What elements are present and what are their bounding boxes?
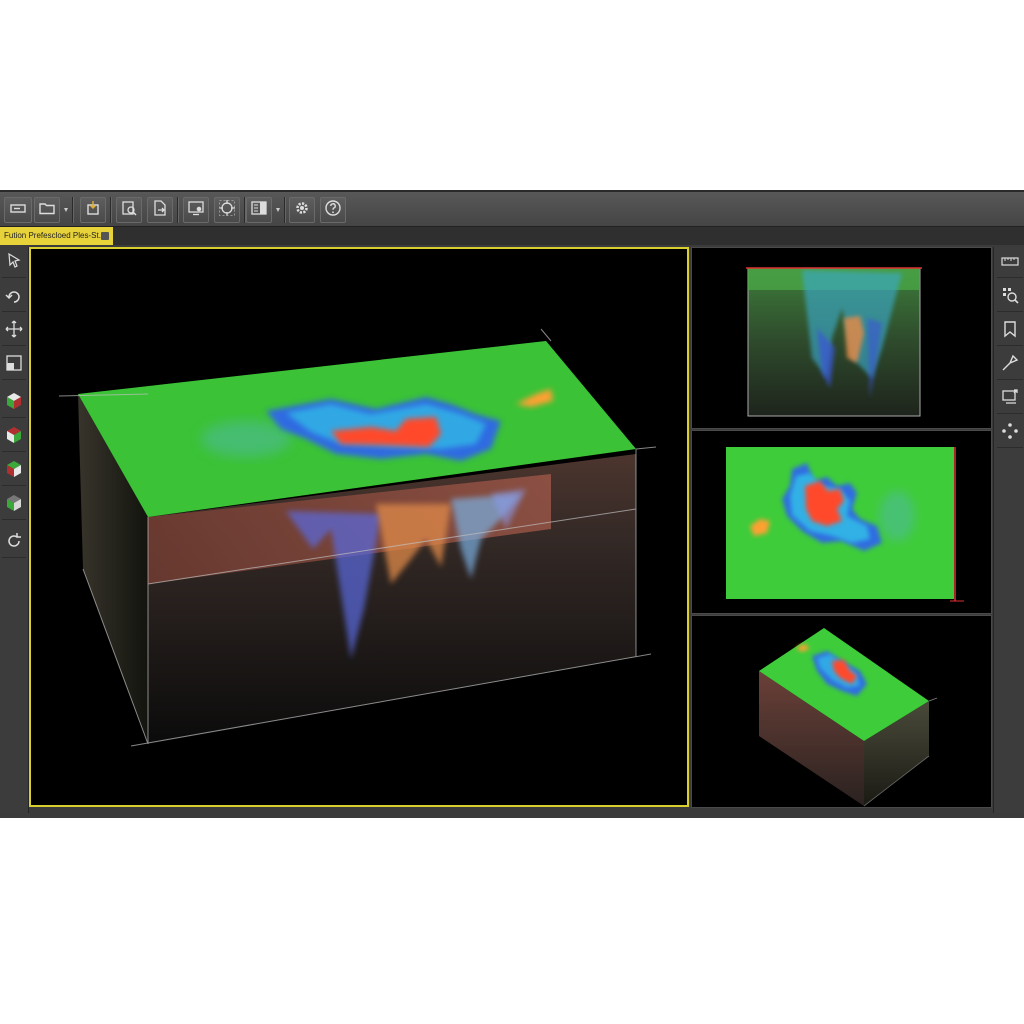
view-iso-tool[interactable] [2, 491, 26, 520]
document-tab-bar: Fution Prefescloed Ples-St... [0, 227, 1024, 245]
section-viewport-front[interactable] [691, 247, 992, 429]
ruler-icon [1000, 251, 1020, 275]
screen-capture-icon [187, 199, 205, 221]
screen-export-icon [1000, 387, 1020, 411]
navigate-tool[interactable] [997, 419, 1023, 448]
inspect-document-icon [120, 199, 138, 221]
pan-tool[interactable] [2, 317, 26, 346]
view-side-tool[interactable] [2, 457, 26, 486]
zoom-box-icon [4, 353, 24, 377]
zoom-tool[interactable] [2, 351, 26, 380]
front-section-view [746, 267, 922, 417]
rotate-view-icon [4, 285, 24, 309]
surface-anomaly-faint [201, 421, 291, 457]
settings-gear-icon [293, 199, 311, 221]
probe-tool[interactable] [997, 351, 1023, 380]
view-cube-top-icon [4, 391, 24, 415]
ruler-tool[interactable] [997, 249, 1023, 278]
main-3d-viewport[interactable] [29, 247, 689, 807]
plan-map-view [726, 447, 964, 602]
export-document-icon [151, 199, 169, 221]
zoom-grid-icon [1000, 285, 1020, 309]
view-cube-side-icon [4, 459, 24, 483]
view-front-tool[interactable] [2, 423, 26, 452]
target-button[interactable] [214, 197, 240, 223]
left-tool-strip [0, 247, 29, 813]
layout-toggle-button[interactable] [4, 197, 32, 223]
layout-toggle-icon [9, 199, 27, 221]
reset-view-tool[interactable] [2, 529, 26, 558]
help-button[interactable] [320, 197, 346, 223]
layout-dropdown-arrow[interactable] [276, 207, 280, 213]
settings-button[interactable] [289, 197, 315, 223]
target-crosshair-icon [218, 199, 236, 221]
reset-view-icon [4, 531, 24, 555]
help-icon [324, 199, 342, 221]
open-dropdown-arrow[interactable] [64, 207, 68, 213]
rotate-tool[interactable] [2, 283, 26, 312]
right-tool-strip [993, 247, 1024, 813]
overview-3d-viewport[interactable] [691, 615, 992, 808]
navigate-dpad-icon [1000, 421, 1020, 445]
document-tab-title: Fution Prefescloed Ples-St... [4, 231, 106, 240]
open-folder-icon [38, 199, 56, 221]
document-tab[interactable]: Fution Prefescloed Ples-St... [0, 227, 113, 245]
screen-export-tool[interactable] [997, 385, 1023, 414]
overview-block-model [759, 628, 938, 807]
panel-layout-icon [250, 199, 268, 221]
view-top-tool[interactable] [2, 389, 26, 418]
panel-layout-button[interactable] [246, 197, 272, 223]
inspect-button[interactable] [116, 197, 142, 223]
import-icon [84, 199, 102, 221]
pan-move-icon [4, 319, 24, 343]
plan-anomaly-faint [879, 491, 915, 541]
toolbar-separator [72, 197, 74, 223]
bookmark-tool[interactable] [997, 317, 1023, 346]
zoom-grid-tool[interactable] [997, 283, 1023, 312]
select-pointer-icon [4, 251, 24, 275]
view-cube-front-icon [4, 425, 24, 449]
toolbar-separator [284, 197, 286, 223]
export-button[interactable] [147, 197, 173, 223]
toolbar-separator [110, 197, 112, 223]
probe-pick-icon [1000, 353, 1020, 377]
plan-viewport[interactable] [691, 430, 992, 614]
toolbar-separator [177, 197, 179, 223]
application-window: Fution Prefescloed Ples-St... [0, 190, 1024, 818]
screen-capture-button[interactable] [183, 197, 209, 223]
subsurface-block-model [58, 328, 657, 747]
open-button[interactable] [34, 197, 60, 223]
import-button[interactable] [80, 197, 106, 223]
tab-close-icon[interactable] [101, 232, 109, 240]
select-tool[interactable] [2, 249, 26, 278]
bookmark-icon [1000, 319, 1020, 343]
view-cube-iso-icon [4, 493, 24, 517]
main-toolbar [0, 190, 1024, 227]
